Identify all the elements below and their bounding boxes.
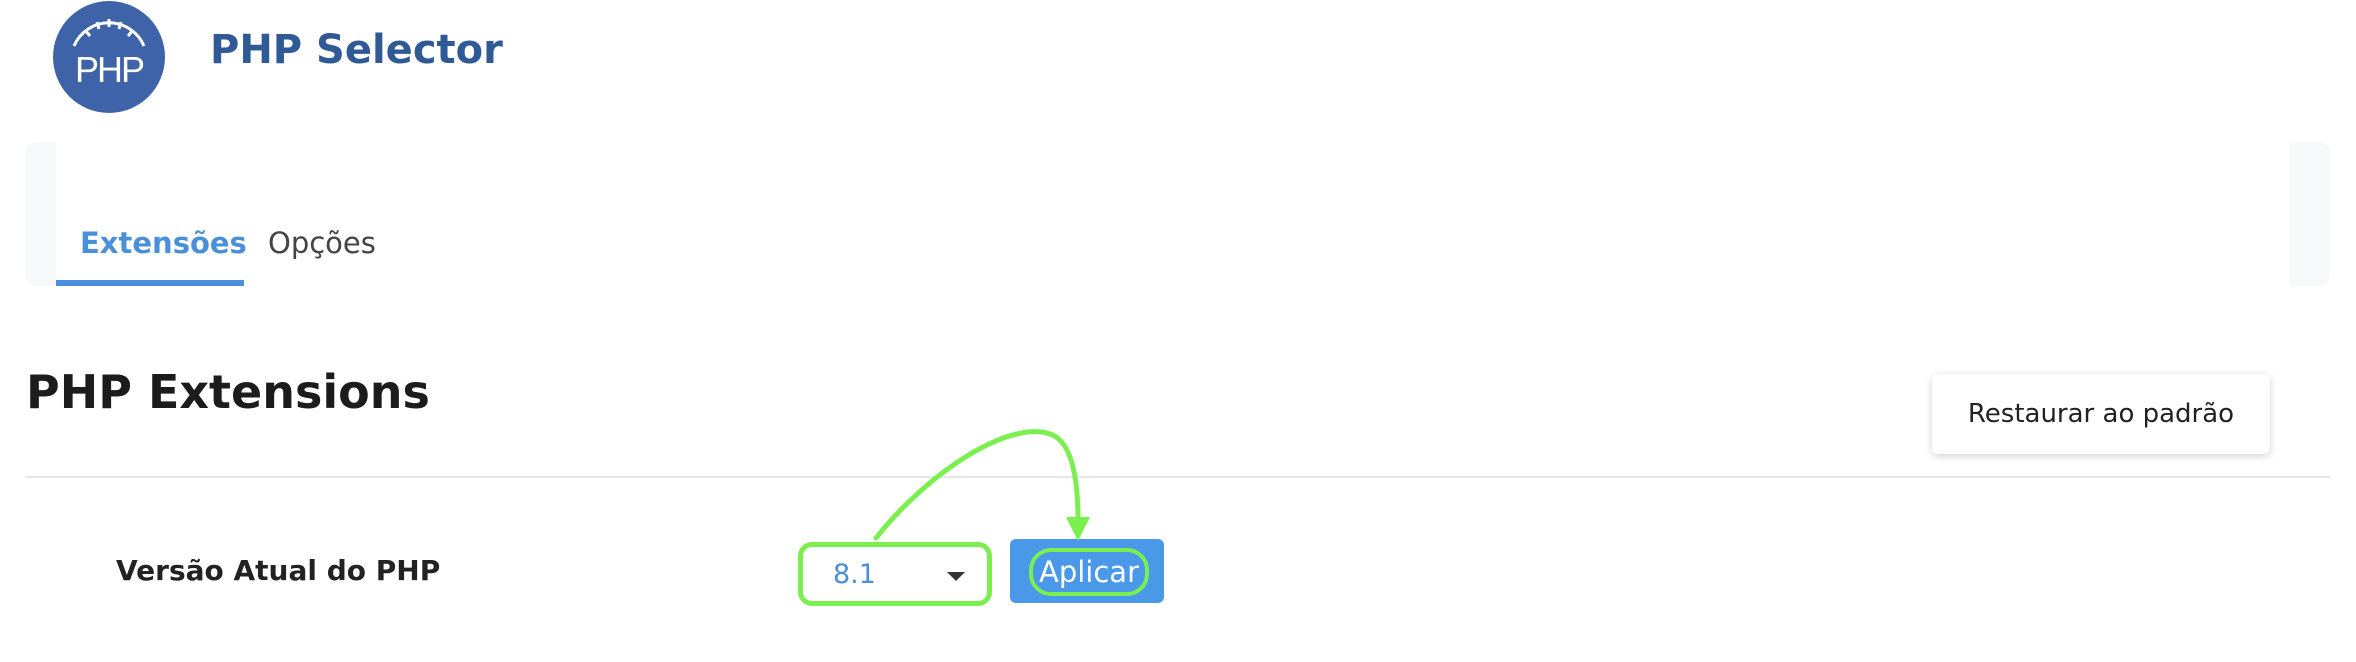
- restore-default-button[interactable]: Restaurar ao padrão: [1932, 374, 2270, 454]
- arrowhead-icon: [1066, 517, 1090, 541]
- divider: [26, 476, 2330, 478]
- php-version-select[interactable]: 8.1: [798, 542, 992, 606]
- selected-version: 8.1: [833, 559, 876, 590]
- active-tab-indicator: [56, 280, 244, 286]
- tab-extensions[interactable]: Extensões: [80, 218, 247, 268]
- php-logo: PHP: [53, 1, 165, 113]
- annotation-arrow-path: [873, 429, 1081, 541]
- app-title: PHP Selector: [210, 27, 503, 73]
- caret-down-icon: [947, 572, 965, 581]
- page-title: PHP Extensions: [26, 365, 430, 419]
- php-version-label: Versão Atual do PHP: [116, 554, 441, 587]
- php-logo-text: PHP: [75, 49, 144, 90]
- apply-button-label: Aplicar: [1029, 548, 1149, 596]
- tab-options[interactable]: Opções: [268, 218, 376, 268]
- apply-button[interactable]: Aplicar: [1010, 539, 1164, 603]
- tab-panel-inner: [56, 142, 2290, 286]
